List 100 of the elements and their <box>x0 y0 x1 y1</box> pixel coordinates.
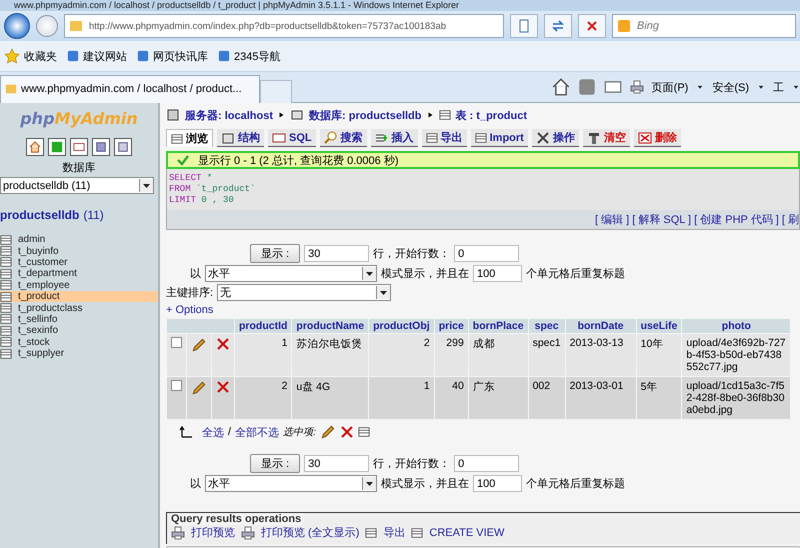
uncheck-all-link[interactable]: 全部不选 <box>235 424 280 440</box>
edit-pencil-icon <box>320 424 336 440</box>
search-icon <box>324 130 338 144</box>
database-link[interactable]: productselldb <box>0 208 80 222</box>
breadcrumb-link[interactable]: 数据库: productselldb <box>309 108 422 122</box>
printer-icon <box>241 526 255 540</box>
table-list-item[interactable]: t_employee <box>0 280 158 291</box>
table-list-item[interactable]: t_sellinfo <box>0 314 158 326</box>
empty-table-icon <box>586 130 601 144</box>
home-button[interactable] <box>26 138 44 156</box>
logout-button[interactable] <box>48 138 66 156</box>
start-row-input[interactable]: 0 <box>454 455 520 472</box>
column-header[interactable]: price <box>434 319 468 333</box>
column-header[interactable]: productId <box>235 319 292 333</box>
tab[interactable]: 结构 <box>217 129 264 147</box>
command-menu[interactable]: 安全(S) <box>712 80 749 94</box>
table-icon <box>0 336 12 348</box>
checkmark-icon <box>176 153 190 167</box>
sql-action-link[interactable]: [ 解释 SQL ] <box>632 212 692 227</box>
help-button[interactable] <box>92 138 110 156</box>
breadcrumb-link[interactable]: 表 : t_product <box>456 108 528 122</box>
tab[interactable]: 导出 <box>422 129 467 147</box>
forward-button[interactable] <box>36 15 58 37</box>
favorites-link[interactable]: 网页快讯库 <box>137 48 208 64</box>
column-header[interactable]: photo <box>682 319 790 333</box>
export-icon <box>365 526 378 538</box>
window-title: www.phpmyadmin.com / localhost / productselldb / t_product | phpMyAdmin 3.5.1.1 - Windows Internet Explorer <box>0 0 800 11</box>
sql-action-link[interactable]: [ 编辑 ] <box>594 212 630 227</box>
table-list-item[interactable]: t_stock <box>0 336 158 348</box>
tab[interactable]: 搜索 <box>320 129 367 147</box>
column-header[interactable]: bornDate <box>566 319 636 333</box>
sort-select[interactable]: 无 <box>217 284 392 301</box>
show-button[interactable]: 显示 : <box>250 244 300 263</box>
table-list-item[interactable]: t_supplyer <box>0 348 158 360</box>
rows-input[interactable]: 30 <box>304 455 370 472</box>
column-header[interactable]: productObj <box>369 319 434 333</box>
column-header[interactable]: useLife <box>636 319 682 333</box>
tab[interactable]: SQL <box>268 129 316 147</box>
table-list-item[interactable]: admin <box>0 234 158 246</box>
start-row-input[interactable]: 0 <box>454 245 520 262</box>
repeat-headers-input[interactable]: 100 <box>473 475 522 492</box>
tab[interactable]: 浏览 <box>166 129 213 147</box>
tab[interactable]: 操作 <box>532 129 579 147</box>
stop-button[interactable] <box>578 14 606 38</box>
table-cell: 5年 <box>640 381 658 393</box>
query-window-button[interactable] <box>70 138 88 156</box>
table-icon <box>0 348 12 360</box>
sql-action-link[interactable]: [ 刷 <box>782 212 799 227</box>
back-button[interactable] <box>4 13 30 39</box>
table-list-item[interactable]: t_department <box>0 268 158 280</box>
table-icon <box>0 279 12 292</box>
show-button[interactable]: 显示 : <box>250 454 300 473</box>
table-icon <box>0 324 12 337</box>
favorites-link[interactable]: 2345导航 <box>218 48 280 64</box>
column-header[interactable]: bornPlace <box>468 319 528 333</box>
table-list-item[interactable]: t_customer <box>0 256 158 268</box>
close-icon <box>585 19 599 33</box>
tab[interactable]: 插入 <box>370 129 418 147</box>
display-mode-select[interactable]: 水平 <box>205 265 377 282</box>
refresh-button[interactable] <box>544 14 572 38</box>
check-all-link[interactable]: 全选 <box>202 424 224 440</box>
display-mode-select[interactable]: 水平 <box>205 475 377 492</box>
table-list-item[interactable]: t_product <box>0 290 158 302</box>
breadcrumb-link[interactable]: 服务器: localhost <box>185 108 274 122</box>
table-list-item[interactable]: t_sexinfo <box>0 325 158 337</box>
row-checkbox[interactable] <box>171 380 182 391</box>
database-select[interactable]: productselldb (11) <box>0 177 154 194</box>
tools-icon <box>536 130 550 144</box>
printer-icon <box>171 526 185 540</box>
separator-arrow-icon <box>426 111 434 119</box>
delete-icon <box>216 337 230 351</box>
search-field[interactable]: Bing <box>612 14 796 38</box>
table-list-item[interactable]: t_productclass <box>0 302 158 314</box>
docs-button[interactable] <box>114 138 132 156</box>
favorites-link[interactable]: 建议网站 <box>67 48 127 64</box>
tab[interactable]: 清空 <box>582 129 630 147</box>
tab[interactable]: 删除 <box>634 129 681 147</box>
options-link[interactable]: + Options <box>166 304 214 316</box>
table-count: (11) <box>83 208 104 222</box>
repeat-headers-input[interactable]: 100 <box>473 265 522 282</box>
column-header[interactable]: productName <box>292 319 368 333</box>
command-menu[interactable]: 页面(P) <box>652 80 688 94</box>
tab[interactable]: Import <box>470 129 528 147</box>
table-list-item[interactable]: t_buyinfo <box>0 245 158 257</box>
address-field[interactable]: http://www.phpmyadmin.com/index.php?db=productselldb&token=75737ac100183ab <box>64 14 504 38</box>
favorites-button[interactable]: 收藏夹 <box>4 48 57 64</box>
table-cell: 002 <box>532 380 550 392</box>
operation-link[interactable]: 打印预览 (全文显示) <box>261 525 360 540</box>
operation-link[interactable]: CREATE VIEW <box>429 526 504 538</box>
row-checkbox[interactable] <box>171 337 182 348</box>
repeat-headers-label: 个单元格后重复标题 <box>526 477 625 491</box>
compatibility-button[interactable] <box>510 14 538 38</box>
sql-action-link[interactable]: [ 创建 PHP 代码 ] <box>694 212 779 227</box>
operation-link[interactable]: 打印预览 <box>191 525 235 540</box>
rows-input[interactable]: 30 <box>304 245 370 262</box>
column-header[interactable]: spec <box>528 319 565 333</box>
browser-tab[interactable]: www.phpmyadmin.com / localhost / product... <box>0 74 260 102</box>
operation-link[interactable]: 导出 <box>383 525 406 540</box>
table-icon <box>0 234 12 246</box>
command-menu[interactable]: 工 <box>773 80 784 94</box>
